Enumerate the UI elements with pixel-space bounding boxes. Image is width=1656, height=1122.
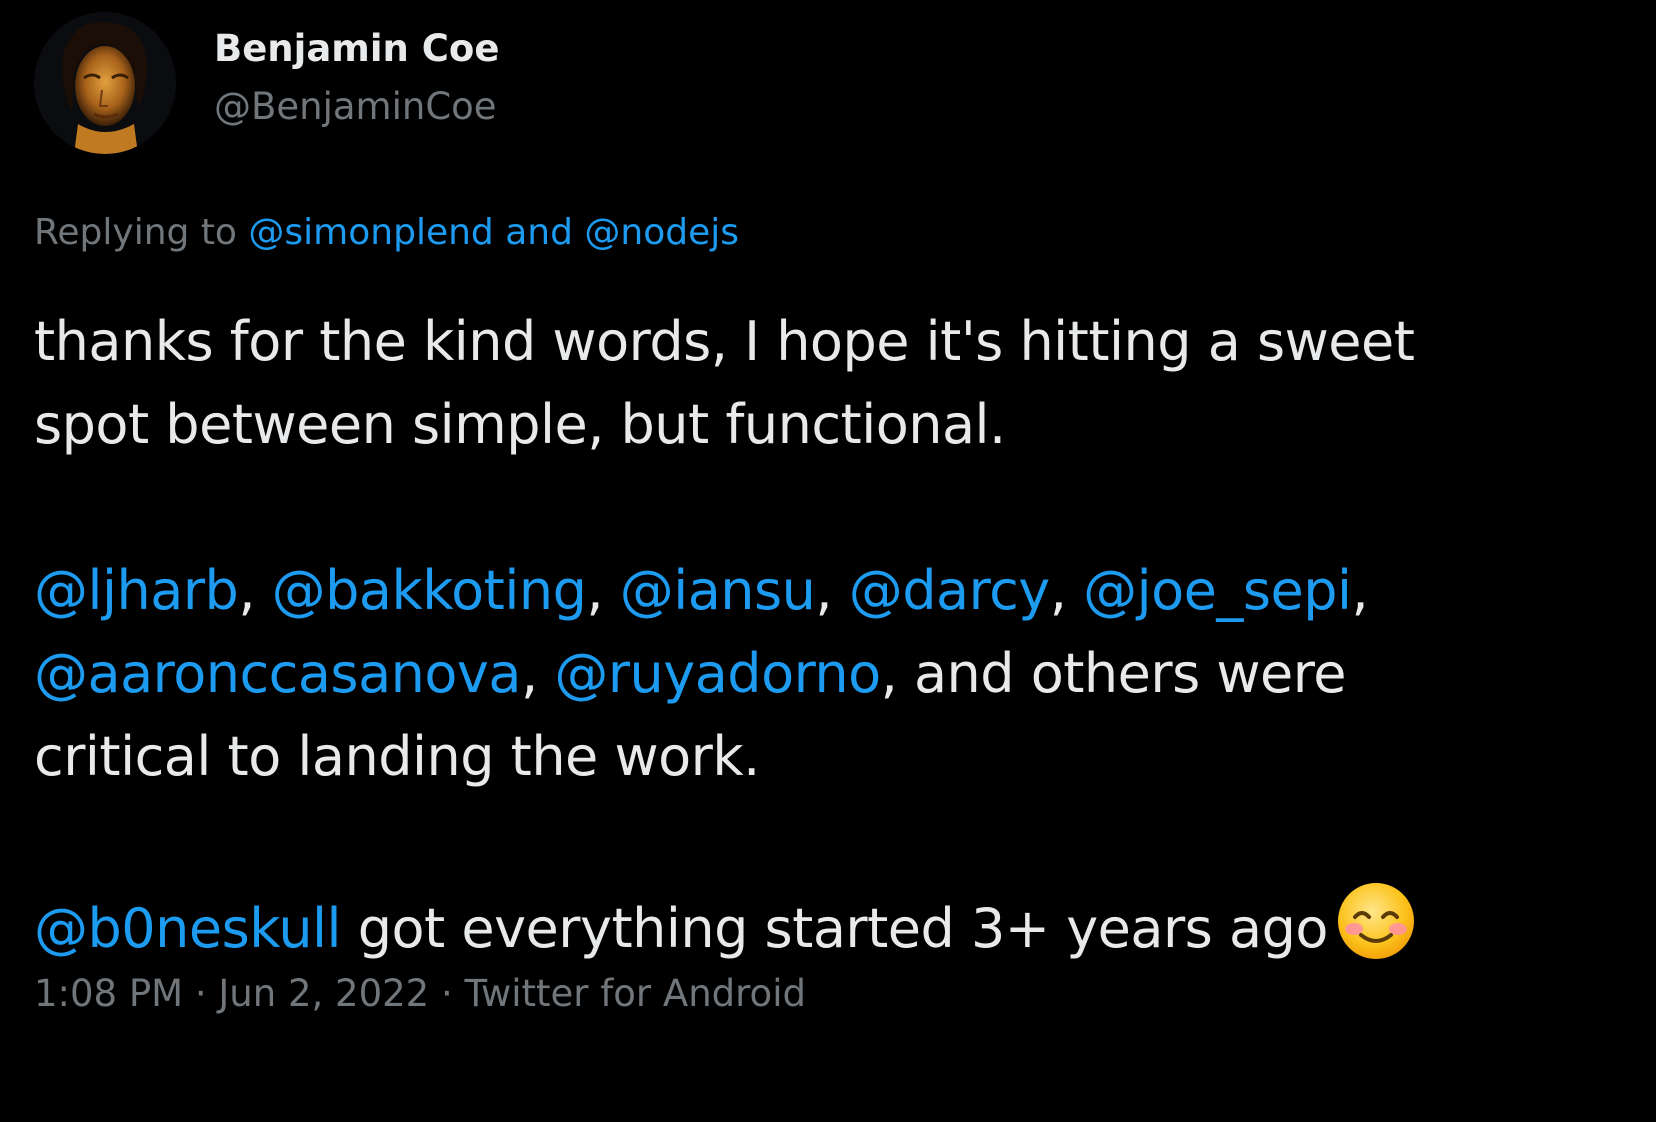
comma: , [586,559,604,622]
body-line: critical to landing the work. [34,725,760,788]
reply-context: Replying to @simonplend and @nodejs [34,210,739,256]
reply-user-link[interactable]: @nodejs [584,212,739,253]
meta-separator: · [440,972,453,1015]
mention-link[interactable]: @bakkoting [272,559,587,622]
mention-link[interactable]: @aaronccasanova [34,642,521,705]
body-line: @aaronccasanova, @ruyadorno, and others … [34,632,1634,715]
avatar-portrait-icon [34,12,176,154]
tweet-source[interactable]: Twitter for Android [465,972,806,1015]
reply-joiner[interactable]: and [505,212,573,253]
mention-link[interactable]: @ruyadorno [554,642,881,705]
mention-link[interactable]: @ljharb [34,559,239,622]
tweet-body: thanks for the kind words, I hope it's h… [34,300,1634,970]
comma: , [1049,559,1067,622]
avatar[interactable] [34,12,176,154]
body-line: @ljharb, @bakkoting, @iansu, @darcy, @jo… [34,549,1634,632]
tweet-metadata: 1:08 PM · Jun 2, 2022 · Twitter for Andr… [34,970,806,1018]
body-text-segment: , and others were [880,642,1347,705]
body-line: spot between simple, but functional. [34,393,1006,456]
author-display-name[interactable]: Benjamin Coe [214,26,499,72]
smiling-face-with-smiling-eyes-emoji-icon [1337,883,1414,959]
author-identity: Benjamin Coe @BenjaminCoe [214,26,499,130]
mention-link[interactable]: @joe_sepi [1083,559,1352,622]
comma: , [1351,559,1369,622]
body-line: @b0neskull got everything started 3+ yea… [34,881,1634,970]
body-text-segment: got everything started 3+ years ago [341,897,1329,960]
mention-link[interactable]: @iansu [620,559,816,622]
reply-user-link[interactable]: @simonplend [248,212,493,253]
meta-separator: · [194,972,207,1015]
tweet-header: Benjamin Coe @BenjaminCoe [34,12,499,154]
comma: , [238,559,255,622]
tweet-card: Benjamin Coe @BenjaminCoe Replying to @s… [0,0,1656,1122]
comma: , [520,642,538,705]
mention-link[interactable]: @darcy [849,559,1051,622]
comma: , [815,559,833,622]
tweet-date[interactable]: Jun 2, 2022 [218,972,429,1015]
body-line: thanks for the kind words, I hope it's h… [34,310,1415,373]
mention-link[interactable]: @b0neskull [34,897,342,960]
tweet-time[interactable]: 1:08 PM [34,972,183,1015]
author-handle[interactable]: @BenjaminCoe [214,84,499,130]
reply-prefix: Replying to [34,212,237,253]
